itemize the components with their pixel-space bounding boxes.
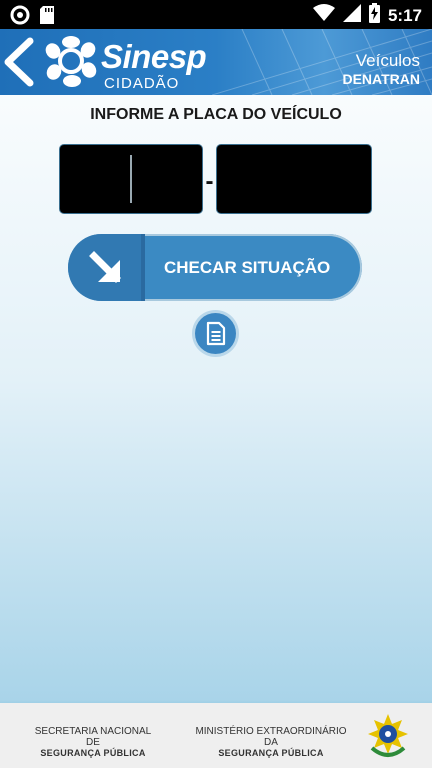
app-header: Sinesp CIDADÃO Veículos DENATRAN xyxy=(0,29,432,95)
footer-left-line2: SEGURANÇA PÚBLICA xyxy=(40,748,146,758)
brazil-coat-of-arms-icon xyxy=(364,712,412,760)
back-arrow-icon xyxy=(4,37,34,87)
plate-prompt: INFORME A PLACA DO VEÍCULO xyxy=(90,106,342,123)
sinesp-logo-icon xyxy=(44,34,98,88)
plate-separator: - xyxy=(205,168,214,195)
plate-letters-input[interactable] xyxy=(59,144,203,214)
text-cursor xyxy=(130,155,132,203)
battery-charging-icon xyxy=(368,3,380,28)
section-subtitle: DENATRAN xyxy=(342,71,420,87)
footer: SECRETARIA NACIONAL DE SEGURANÇA PÚBLICA… xyxy=(0,703,432,768)
document-icon xyxy=(206,321,226,346)
footer-right-credit: MINISTÉRIO EXTRAORDINÁRIO DA SEGURANÇA P… xyxy=(189,726,353,758)
check-button-label: CHECAR SITUAÇÃO xyxy=(164,258,331,277)
footer-left-line1: SECRETARIA NACIONAL DE xyxy=(34,726,152,748)
plate-numbers-input[interactable] xyxy=(216,144,372,214)
status-bar: 5:17 xyxy=(0,0,432,29)
wifi-icon xyxy=(312,4,335,27)
clock: 5:17 xyxy=(387,5,422,25)
footer-right-line2: SEGURANÇA PÚBLICA xyxy=(218,748,324,758)
app-name: Sinesp xyxy=(101,38,207,75)
sd-card-icon xyxy=(40,6,54,29)
back-button[interactable] xyxy=(0,37,40,87)
document-button[interactable] xyxy=(195,313,236,354)
signal-icon xyxy=(342,4,361,27)
app-subtitle: CIDADÃO xyxy=(104,75,180,92)
check-status-button[interactable]: CHECAR SITUAÇÃO xyxy=(68,234,362,301)
section-title: Veículos xyxy=(355,51,420,70)
check-button-icon-area xyxy=(68,234,144,301)
screen: 5:17 Sinesp CIDADÃO Veículos DENATRAN IN… xyxy=(0,0,432,768)
footer-right-line1: MINISTÉRIO EXTRAORDINÁRIO DA xyxy=(195,726,347,748)
check-button-divider xyxy=(141,234,145,301)
circle-notification-icon xyxy=(10,5,30,30)
arrow-down-right-icon xyxy=(89,251,121,283)
footer-left-credit: SECRETARIA NACIONAL DE SEGURANÇA PÚBLICA xyxy=(27,726,159,758)
